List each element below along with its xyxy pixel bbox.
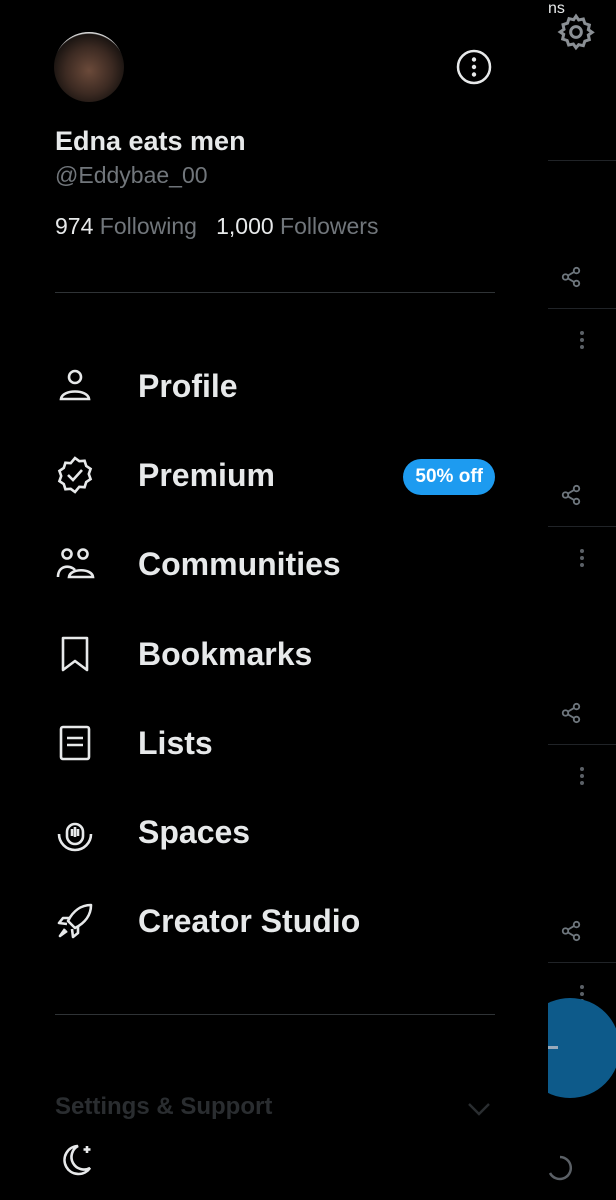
followers-count: 1,000 (216, 213, 274, 239)
nav-item-label: Bookmarks (138, 635, 313, 672)
followers-link[interactable]: 1,000 Followers (216, 213, 378, 239)
timeline-divider (548, 962, 616, 963)
share-icon[interactable] (560, 920, 582, 942)
moon-icon[interactable] (56, 1140, 96, 1180)
communities-icon (56, 548, 95, 579)
timeline-divider (548, 160, 616, 161)
rocket-icon (57, 903, 93, 939)
nav-item-label: Communities (138, 545, 341, 582)
discount-badge[interactable]: 50% off (403, 459, 495, 495)
fab-glyph (548, 1046, 558, 1049)
bookmark-icon (61, 636, 89, 672)
nav-item-label: Lists (138, 724, 213, 761)
followers-label: Followers (280, 213, 379, 239)
nav-item-communities[interactable]: Communities (55, 534, 495, 594)
divider (55, 292, 495, 293)
chevron-down-icon[interactable] (466, 1096, 492, 1122)
user-handle[interactable]: @Eddybae_00 (55, 162, 208, 189)
timeline-divider (548, 526, 616, 527)
settings-support-toggle[interactable]: Settings & Support (55, 1093, 272, 1121)
nav-item-spaces[interactable]: Spaces (55, 802, 495, 862)
nav-item-label: Spaces (138, 813, 251, 850)
loading-spinner-icon (548, 1155, 573, 1181)
nav-item-lists[interactable]: Lists (55, 713, 495, 773)
nav-item-creator-studio[interactable]: Creator Studio (55, 891, 495, 951)
verified-badge-icon (57, 456, 93, 494)
nav-item-premium[interactable]: Premium 50% off (55, 445, 495, 505)
avatar[interactable] (54, 32, 124, 102)
following-label: Following (99, 213, 197, 239)
list-icon (59, 725, 91, 761)
share-icon[interactable] (560, 266, 582, 288)
more-options-icon[interactable] (455, 48, 493, 86)
more-vertical-icon[interactable] (579, 548, 585, 568)
spaces-icon (57, 822, 93, 852)
following-link[interactable]: 974 Following (55, 213, 197, 239)
nav-item-label: Profile (138, 367, 238, 404)
following-count: 974 (55, 213, 94, 239)
nav-item-bookmarks[interactable]: Bookmarks (55, 624, 495, 684)
nav-item-label: Creator Studio (138, 902, 361, 939)
more-vertical-icon[interactable] (579, 330, 585, 350)
timeline-divider (548, 744, 616, 745)
share-icon[interactable] (560, 484, 582, 506)
divider (55, 1014, 495, 1015)
display-name[interactable]: Edna eats men (55, 126, 246, 157)
timeline-divider (548, 308, 616, 309)
person-icon (59, 369, 91, 401)
gear-icon[interactable] (556, 12, 596, 52)
share-icon[interactable] (560, 702, 582, 724)
side-drawer: Edna eats men @Eddybae_00 974 Following … (0, 0, 548, 1200)
nav-item-label: Premium (138, 456, 275, 493)
nav-item-profile[interactable]: Profile (55, 356, 495, 416)
follow-stats: 974 Following 1,000 Followers (55, 213, 378, 240)
more-vertical-icon[interactable] (579, 766, 585, 786)
